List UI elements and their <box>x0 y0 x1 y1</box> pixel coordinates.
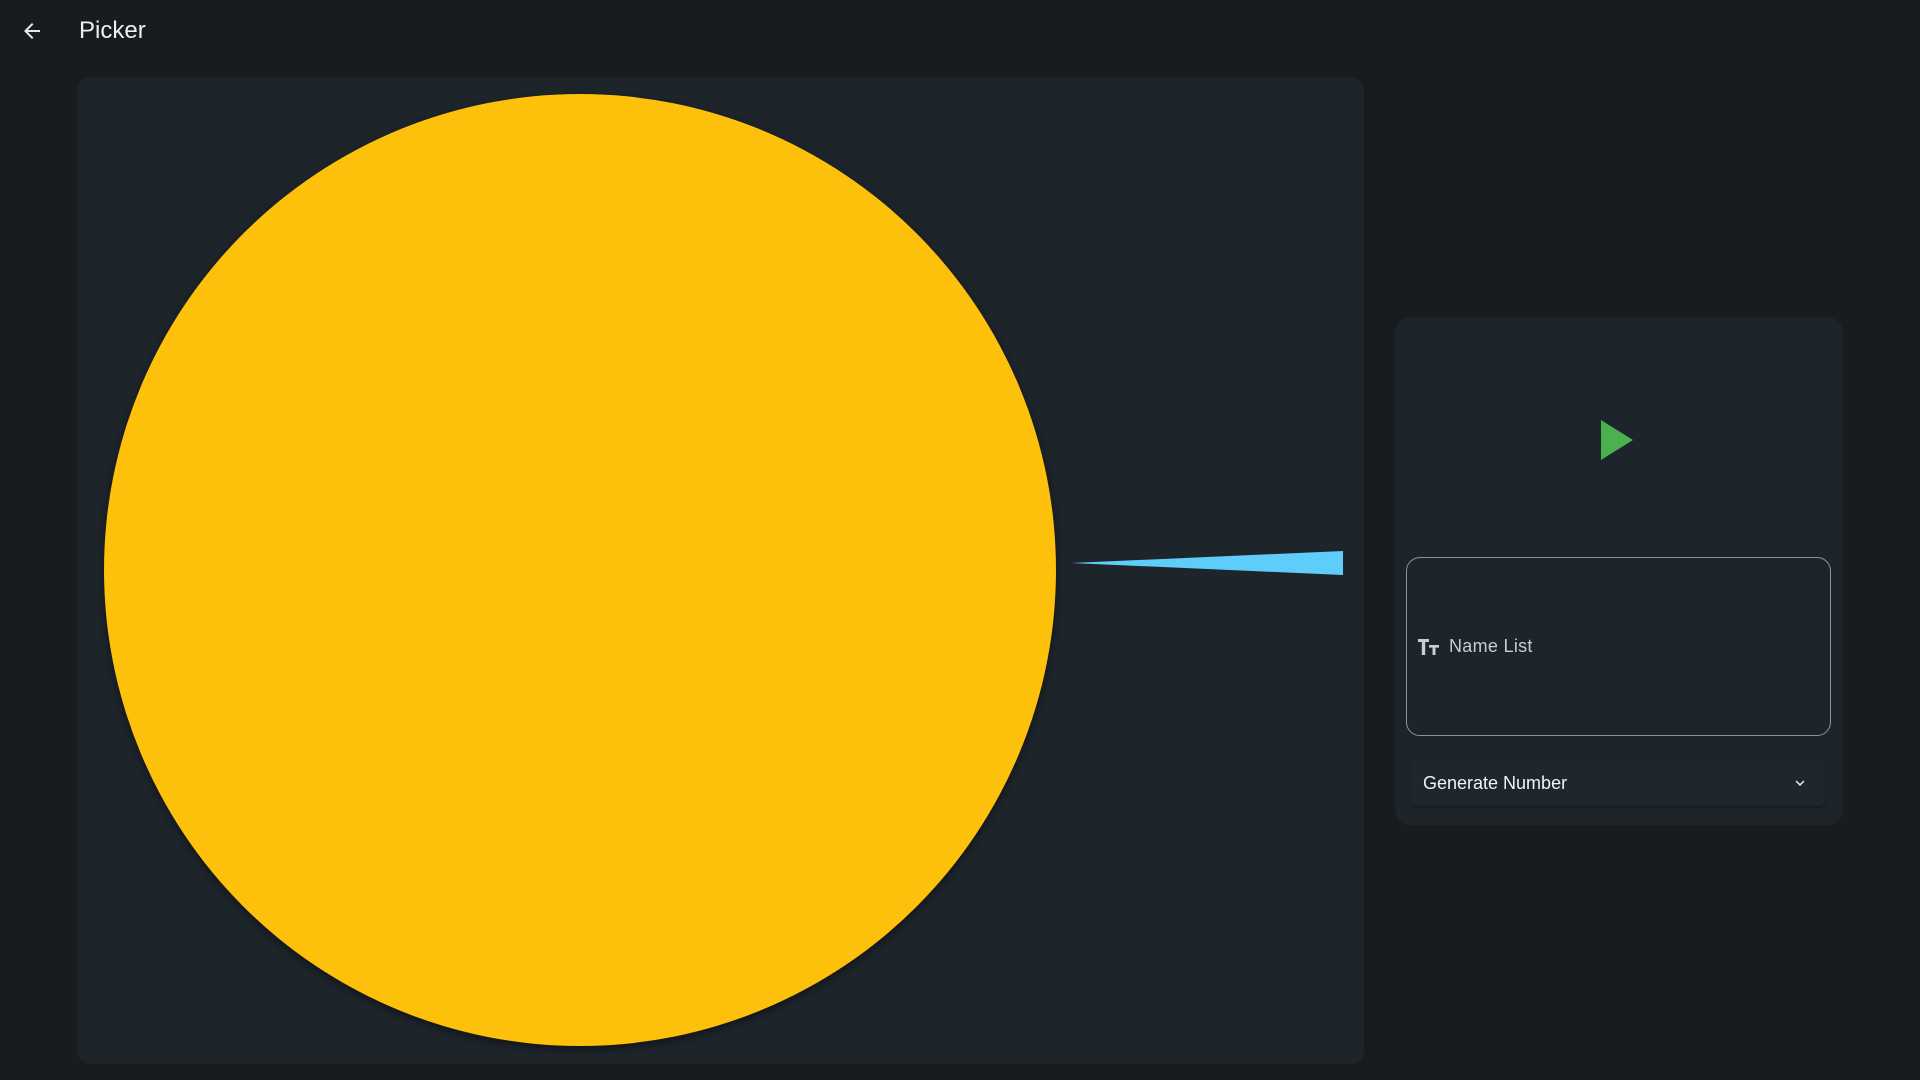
name-list-placeholder: Name List <box>1449 636 1533 656</box>
arrow-left-icon <box>24 23 40 39</box>
play-button[interactable] <box>1587 410 1647 470</box>
name-list-field[interactable]: Name List <box>1406 557 1831 736</box>
play-icon <box>1601 420 1633 460</box>
text-size-icon <box>1416 635 1442 659</box>
mode-select[interactable]: Generate Number <box>1411 760 1825 806</box>
page-title: Picker <box>79 17 146 44</box>
control-panel: Name List Generate Number <box>1395 317 1843 825</box>
wedge-pointer-icon <box>1071 551 1343 575</box>
wheel-card <box>77 77 1364 1064</box>
back-button[interactable] <box>14 13 50 49</box>
app-bar: Picker <box>0 0 1920 62</box>
mode-select-value: Generate Number <box>1423 772 1568 793</box>
chevron-down-icon <box>1795 780 1805 786</box>
spin-wheel[interactable] <box>104 94 1056 1046</box>
